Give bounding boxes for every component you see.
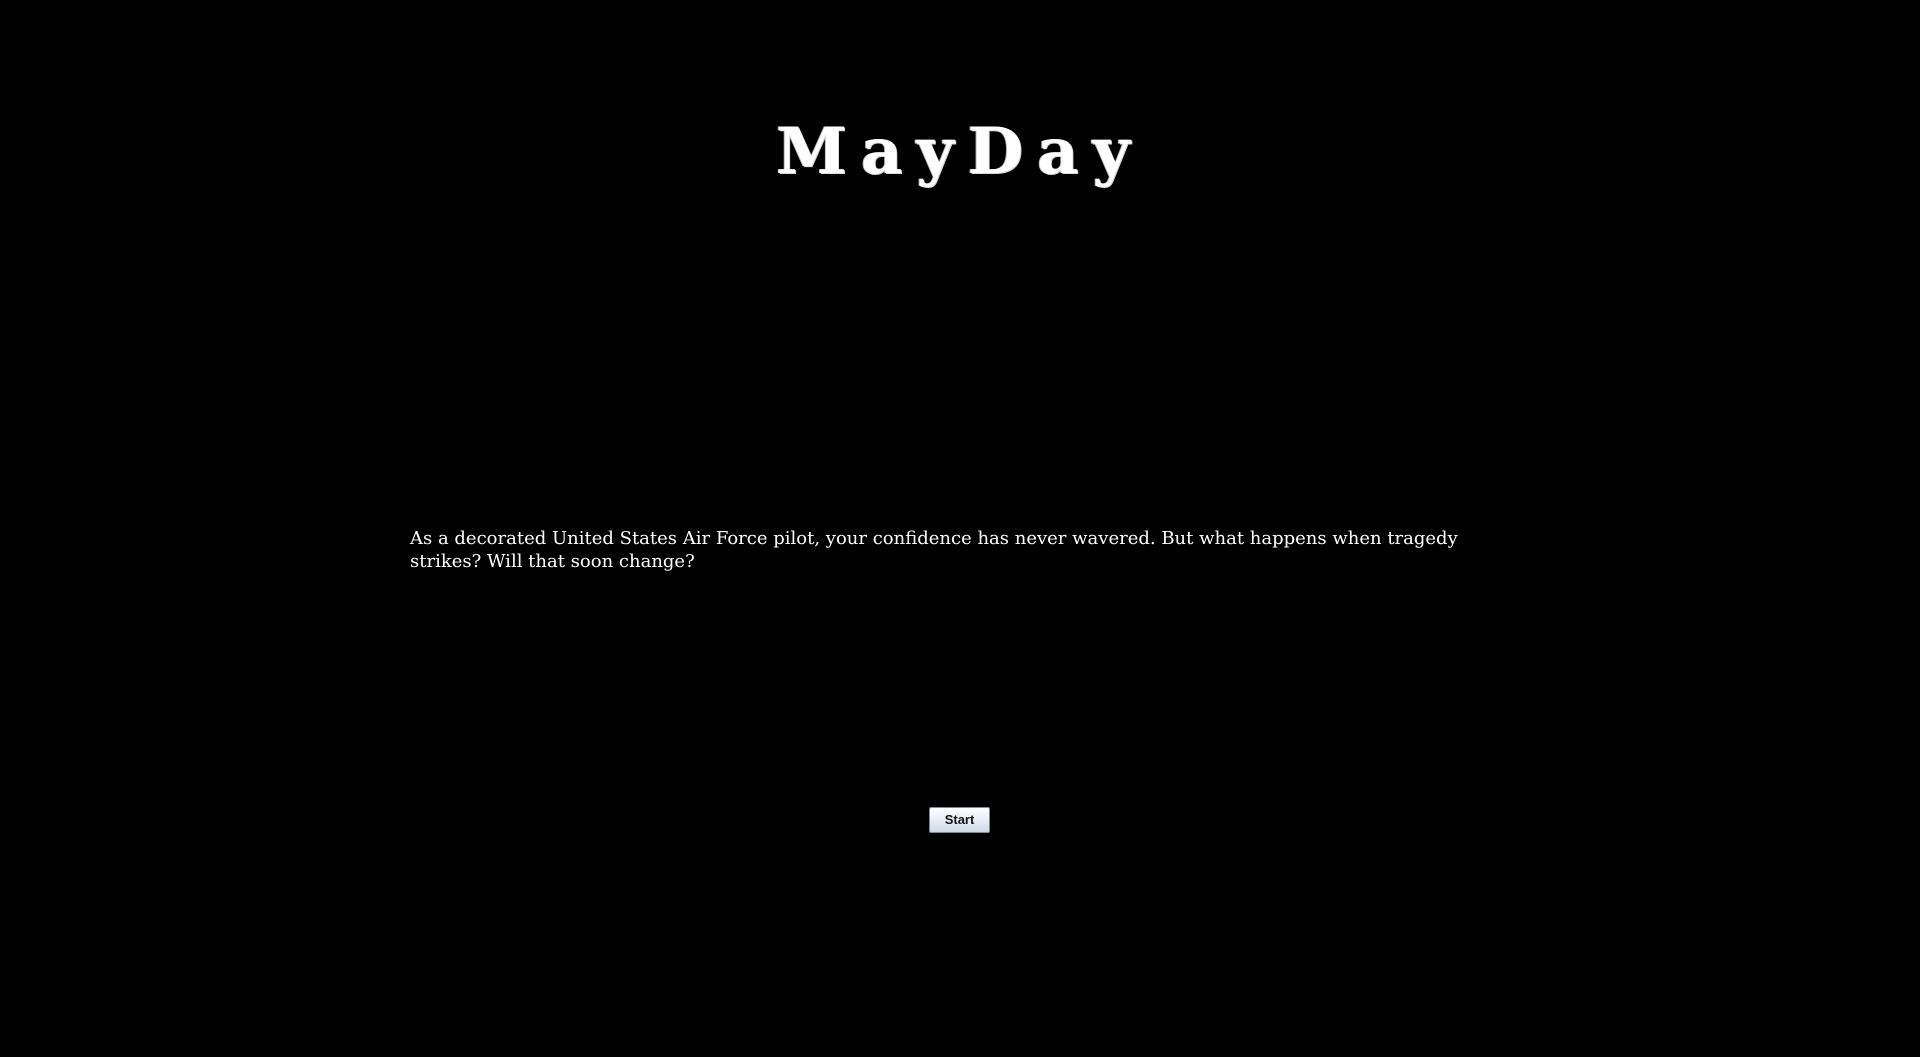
game-screen: MayDay As a decorated United States Air … bbox=[0, 0, 1920, 1057]
intro-text: As a decorated United States Air Force p… bbox=[410, 528, 1458, 572]
game-title: MayDay bbox=[776, 114, 1144, 189]
start-button[interactable]: Start bbox=[929, 807, 990, 833]
